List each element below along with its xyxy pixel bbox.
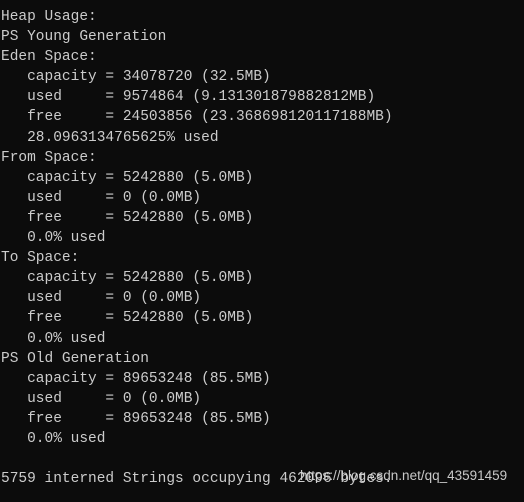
console-line: capacity = 5242880 (5.0MB) [1,169,254,186]
console-line: 0.0% used [1,430,106,447]
console-output: Heap Usage: PS Young Generation Eden Space… [0,7,524,489]
console-line: free = 24503856 (23.368698120117188MB) [1,109,393,126]
console-line: free = 89653248 (85.5MB) [1,410,271,427]
console-line: used = 0 (0.0MB) [1,189,202,206]
console-line: free = 5242880 (5.0MB) [1,209,254,226]
console-line: PS Old Generation [1,350,149,367]
console-line: used = 0 (0.0MB) [1,390,202,407]
console-line: 0.0% used [1,230,106,247]
console-line: capacity = 34078720 (32.5MB) [1,69,271,86]
console-line-blank [1,449,524,469]
console-line: capacity = 89653248 (85.5MB) [1,370,271,387]
console-line: Eden Space: [1,49,97,66]
console-line: free = 5242880 (5.0MB) [1,310,254,327]
console-line: From Space: [1,149,97,166]
console-line: 28.0963134765625% used [1,129,219,146]
console-line: To Space: [1,250,80,267]
console-line: 0.0% used [1,330,106,347]
console-line: 5759 interned Strings occupying 462096 b… [1,471,393,488]
console-line: used = 0 (0.0MB) [1,290,202,307]
console-line: Heap Usage: [1,9,97,25]
console-line: PS Young Generation [1,29,167,46]
terminal-window[interactable]: Heap Usage: PS Young Generation Eden Space… [0,0,524,502]
console-line: used = 9574864 (9.131301879882812MB) [1,89,376,106]
console-line: capacity = 5242880 (5.0MB) [1,270,254,287]
